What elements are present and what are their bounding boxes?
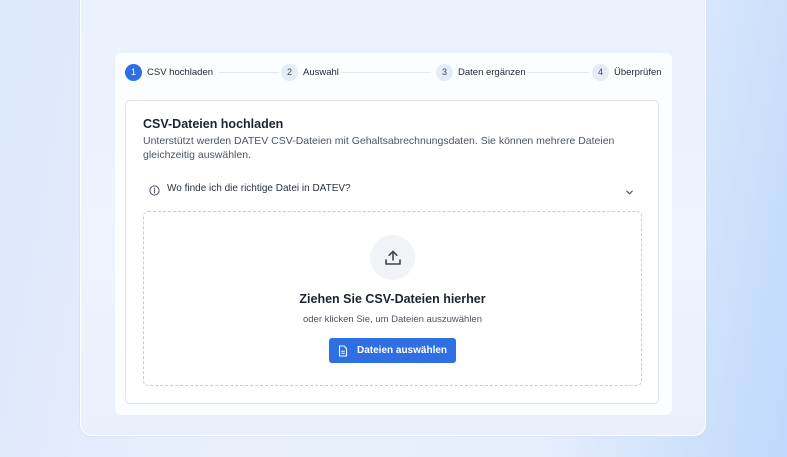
step-number: 3: [436, 63, 453, 81]
select-files-button[interactable]: Dateien auswählen: [329, 338, 456, 363]
step-number: 1: [125, 63, 142, 81]
step-number: 2: [281, 63, 298, 81]
select-files-label: Dateien auswählen: [356, 345, 448, 356]
step-number: 4: [592, 63, 609, 81]
step-csv-hochladen[interactable]: 1 CSV hochladen: [125, 63, 213, 81]
faq-label: Wo finde ich die richtige Datei in DATEV…: [167, 183, 351, 194]
step-ueberpruefen[interactable]: 4 Überprüfen: [592, 63, 662, 81]
faq-accordion-toggle[interactable]: Wo finde ich die richtige Datei in DATEV…: [143, 178, 641, 200]
step-connector: [341, 72, 431, 73]
upload-icon: [370, 235, 415, 280]
file-icon: [338, 344, 348, 357]
upload-description: Unterstützt werden DATEV CSV-Dateien mit…: [143, 135, 615, 161]
dropzone-subtitle: oder klicken Sie, um Dateien auszuwählen: [302, 314, 482, 325]
wizard-stepper: 1 CSV hochladen 2 Auswahl 3 Daten ergänz…: [125, 63, 665, 81]
step-auswahl[interactable]: 2 Auswahl: [281, 63, 339, 81]
step-label: Daten ergänzen: [458, 66, 526, 78]
step-label: CSV hochladen: [147, 66, 214, 78]
dropzone-title: Ziehen Sie CSV-Dateien hierher: [299, 292, 486, 306]
step-label: Auswahl: [303, 66, 339, 78]
step-connector: [219, 72, 279, 73]
step-label: Überprüfen: [614, 66, 662, 78]
chevron-down-icon: [625, 184, 634, 202]
step-daten-ergaenzen[interactable]: 3 Daten ergänzen: [436, 63, 526, 81]
step-connector: [527, 72, 589, 73]
info-icon: [149, 183, 160, 201]
upload-title: CSV-Dateien hochladen: [143, 117, 284, 131]
